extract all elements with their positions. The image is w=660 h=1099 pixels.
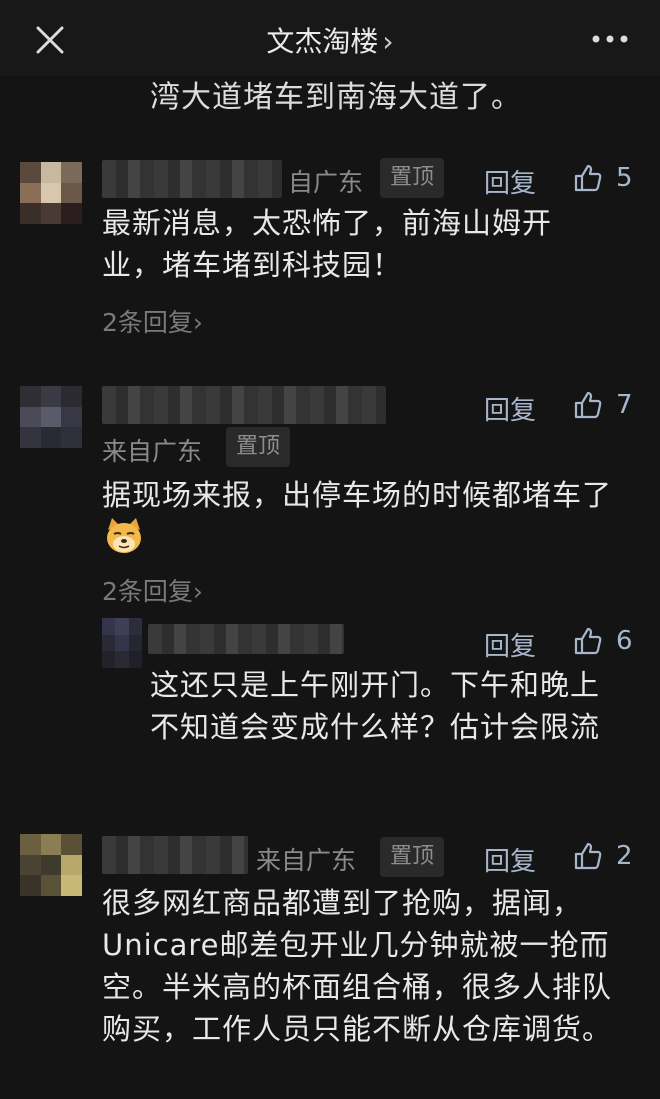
thumbs-up-icon [574, 164, 602, 192]
more-options-button[interactable] [590, 22, 630, 56]
previous-comment-text: 湾大道堵车到南海大道了。 [150, 80, 522, 115]
page-title[interactable]: 文杰淘楼 › [0, 20, 660, 60]
username-blurred[interactable] [102, 160, 282, 198]
like-count: 5 [616, 163, 633, 193]
like-count: 2 [616, 841, 633, 871]
username-blurred[interactable] [148, 624, 344, 654]
reply-button[interactable]: 回复 [484, 163, 536, 200]
top-navigation-bar: 文杰淘楼 › [0, 0, 660, 76]
avatar[interactable] [102, 618, 142, 668]
pinned-badge: 置顶 [380, 837, 445, 877]
account-name[interactable]: 文杰淘楼 [266, 25, 378, 58]
comment-text: 很多网红商品都遭到了抢购，据闻，Unicare邮差包开业几分钟就被一抢而空。半米… [102, 886, 613, 1046]
comment-text: 这还只是上午刚开门。下午和晚上不知道会变成什么样？估计会限流 [150, 668, 601, 744]
pinned-badge: 置顶 [380, 158, 445, 198]
view-replies-link[interactable]: 2条回复› [102, 572, 203, 608]
like-button[interactable]: 5 [572, 158, 633, 198]
more-icon [592, 35, 628, 43]
reply-button[interactable]: 回复 [484, 841, 536, 878]
like-count: 6 [616, 626, 633, 656]
thumbs-up-icon [574, 842, 602, 870]
view-replies-link[interactable]: 2条回复› [102, 303, 203, 339]
like-count: 7 [616, 390, 633, 420]
location-label: 来自广东 [102, 437, 203, 466]
username-blurred[interactable] [102, 386, 386, 424]
avatar[interactable] [20, 162, 82, 224]
like-button[interactable]: 6 [572, 621, 633, 661]
thumbs-up-icon [574, 391, 602, 419]
avatar[interactable] [20, 834, 82, 896]
comment-text: 最新消息，太恐怖了，前海山姆开业，堵车堵到科技园！ [102, 206, 553, 282]
reply-button[interactable]: 回复 [484, 626, 536, 663]
username-blurred[interactable] [102, 836, 248, 874]
location-label: 来自广东 [256, 846, 357, 875]
pinned-badge: 置顶 [226, 427, 291, 467]
chevron-right-icon: › [382, 25, 394, 58]
comment-text: 据现场来报，出停车场的时候都堵车了 [102, 474, 632, 559]
thumbs-up-icon [574, 627, 602, 655]
reply-button[interactable]: 回复 [484, 390, 536, 427]
location-label: 自广东 [288, 168, 364, 197]
like-button[interactable]: 2 [572, 836, 633, 876]
like-button[interactable]: 7 [572, 385, 633, 425]
avatar[interactable] [20, 386, 82, 448]
doge-emoji-icon [107, 518, 141, 553]
comment-text-content: 据现场来报，出停车场的时候都堵车了 [102, 478, 613, 512]
